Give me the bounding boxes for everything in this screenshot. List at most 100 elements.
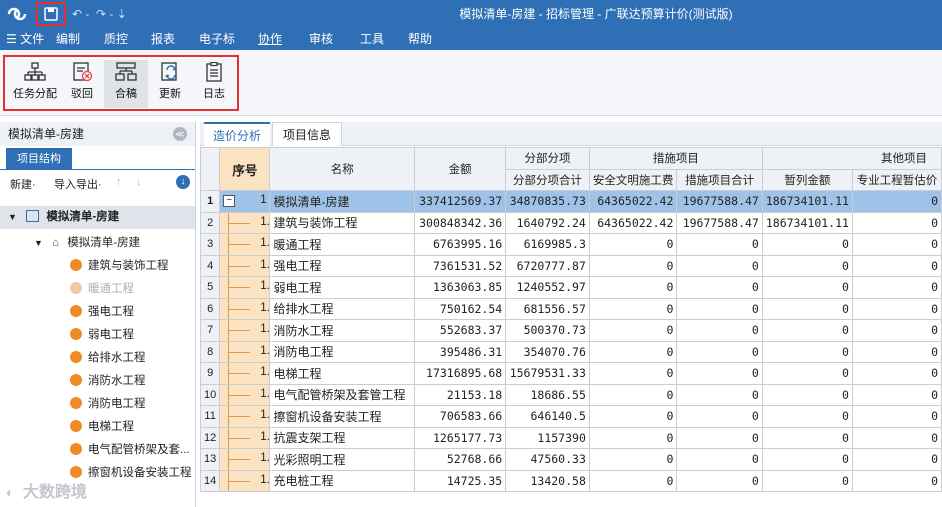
tree-item[interactable]: 强电工程 bbox=[0, 301, 195, 324]
specialist-cell[interactable]: 0 bbox=[851, 190, 942, 213]
table-row[interactable]: 141.13充电桩工程14725.3513420.580000 bbox=[199, 469, 942, 492]
log-button[interactable]: 日志 bbox=[192, 60, 236, 108]
specialist-header[interactable]: 专业工程暂估价 bbox=[851, 168, 942, 191]
seq-cell[interactable]: 1.13 bbox=[219, 469, 271, 492]
provisional-cell[interactable]: 0 bbox=[761, 297, 853, 320]
table-row[interactable]: 81.7消防电工程395486.31354070.760000 bbox=[199, 340, 942, 363]
fbfx-total-cell[interactable]: 6169985.3 bbox=[505, 233, 590, 256]
tree-item[interactable]: 给排水工程 bbox=[0, 347, 195, 370]
task-assign-button[interactable]: 任务分配 bbox=[10, 60, 60, 108]
download-icon[interactable]: ↓ bbox=[176, 175, 190, 189]
tab-project-structure[interactable]: 项目结构 bbox=[6, 148, 72, 170]
safety-cell[interactable]: 64365022.42 bbox=[588, 190, 678, 213]
table-row[interactable]: 71.6消防水工程552683.37500370.730000 bbox=[199, 319, 942, 342]
csxm-total-cell[interactable]: 19677588.47 bbox=[676, 211, 763, 234]
menu-help[interactable]: 帮助 bbox=[408, 28, 432, 50]
provisional-cell[interactable]: 0 bbox=[761, 233, 853, 256]
specialist-cell[interactable]: 0 bbox=[851, 405, 942, 428]
collapse-icon[interactable]: ≪ bbox=[173, 127, 187, 141]
name-cell[interactable]: 光彩照明工程 bbox=[269, 448, 415, 471]
csxm-total-cell[interactable]: 0 bbox=[676, 405, 763, 428]
seq-cell[interactable]: 1.9 bbox=[219, 383, 271, 406]
csxm-total-cell[interactable]: 19677588.47 bbox=[676, 190, 763, 213]
csxm-total-cell[interactable]: 0 bbox=[676, 448, 763, 471]
specialist-cell[interactable]: 0 bbox=[851, 297, 942, 320]
amount-cell[interactable]: 17316895.68 bbox=[413, 362, 507, 385]
seq-cell[interactable]: 1.11 bbox=[219, 426, 271, 449]
seq-cell[interactable]: 1.12 bbox=[219, 448, 271, 471]
name-cell[interactable]: 充电桩工程 bbox=[269, 469, 415, 492]
provisional-cell[interactable]: 0 bbox=[761, 254, 853, 277]
tree-item[interactable]: 建筑与装饰工程 bbox=[0, 255, 195, 278]
csxm-total-cell[interactable]: 0 bbox=[676, 297, 763, 320]
amount-cell[interactable]: 706583.66 bbox=[413, 405, 507, 428]
name-cell[interactable]: 弱电工程 bbox=[269, 276, 415, 299]
amount-header[interactable]: 金额 bbox=[413, 147, 507, 191]
specialist-cell[interactable]: 0 bbox=[851, 276, 942, 299]
fbfx-total-header[interactable]: 分部分项合计 bbox=[505, 168, 590, 191]
provisional-cell[interactable]: 0 bbox=[761, 362, 853, 385]
seq-cell[interactable]: 1.5 bbox=[219, 297, 271, 320]
amount-cell[interactable]: 52768.66 bbox=[413, 448, 507, 471]
fbfx-total-cell[interactable]: 1240552.97 bbox=[505, 276, 590, 299]
csxm-total-cell[interactable]: 0 bbox=[676, 254, 763, 277]
fbfx-total-cell[interactable]: 18686.55 bbox=[505, 383, 590, 406]
name-cell[interactable]: 模拟清单-房建 bbox=[269, 190, 415, 213]
specialist-cell[interactable]: 0 bbox=[851, 254, 942, 277]
specialist-cell[interactable]: 0 bbox=[851, 469, 942, 492]
fbfx-total-cell[interactable]: 646140.5 bbox=[505, 405, 590, 428]
menu-file[interactable]: ☰ 文件 bbox=[6, 28, 44, 50]
tab-project-info[interactable]: 项目信息 bbox=[272, 122, 342, 146]
fbfx-total-cell[interactable]: 47560.33 bbox=[505, 448, 590, 471]
fbfx-total-cell[interactable]: 6720777.87 bbox=[505, 254, 590, 277]
move-up-button[interactable]: ↑ bbox=[116, 176, 122, 188]
csxm-total-cell[interactable]: 0 bbox=[676, 426, 763, 449]
merge-button[interactable]: 合稿 bbox=[104, 60, 148, 108]
name-cell[interactable]: 建筑与装饰工程 bbox=[269, 211, 415, 234]
safety-cell[interactable]: 0 bbox=[588, 469, 678, 492]
seq-cell[interactable]: 1.3 bbox=[219, 254, 271, 277]
provisional-cell[interactable]: 0 bbox=[761, 405, 853, 428]
table-row[interactable]: 121.11抗震支架工程1265177.7311573900000 bbox=[199, 426, 942, 449]
safety-cell[interactable]: 0 bbox=[588, 405, 678, 428]
tab-cost-analysis[interactable]: 造价分析 bbox=[204, 122, 270, 146]
safety-header[interactable]: 安全文明施工费 bbox=[588, 168, 678, 191]
menu-quality[interactable]: 质控 bbox=[104, 28, 128, 50]
specialist-cell[interactable]: 0 bbox=[851, 383, 942, 406]
seq-cell[interactable]: 1.10 bbox=[219, 405, 271, 428]
seq-cell[interactable]: 1.7 bbox=[219, 340, 271, 363]
new-button[interactable]: 新建· bbox=[10, 176, 36, 192]
safety-cell[interactable]: 0 bbox=[588, 233, 678, 256]
name-header[interactable]: 名称 bbox=[269, 147, 415, 191]
name-cell[interactable]: 消防水工程 bbox=[269, 319, 415, 342]
safety-cell[interactable]: 0 bbox=[588, 448, 678, 471]
safety-cell[interactable]: 0 bbox=[588, 276, 678, 299]
provisional-cell[interactable]: 0 bbox=[761, 448, 853, 471]
menu-report[interactable]: 报表 bbox=[151, 28, 175, 50]
provisional-cell[interactable]: 0 bbox=[761, 276, 853, 299]
collapse-box-icon[interactable]: − bbox=[223, 195, 236, 207]
csxm-total-cell[interactable]: 0 bbox=[676, 340, 763, 363]
update-button[interactable]: 更新 bbox=[148, 60, 192, 108]
tree-subproject[interactable]: ▼ ⌂ 模拟清单-房建 bbox=[0, 232, 195, 255]
name-cell[interactable]: 抗震支架工程 bbox=[269, 426, 415, 449]
table-row[interactable]: 51.4弱电工程1363063.851240552.970000 bbox=[199, 276, 942, 299]
seq-cell[interactable]: 1.6 bbox=[219, 319, 271, 342]
tree-item[interactable]: 消防水工程 bbox=[0, 370, 195, 393]
table-row[interactable]: 61.5给排水工程750162.54681556.570000 bbox=[199, 297, 942, 320]
csxm-total-cell[interactable]: 0 bbox=[676, 276, 763, 299]
amount-cell[interactable]: 750162.54 bbox=[413, 297, 507, 320]
safety-cell[interactable]: 0 bbox=[588, 340, 678, 363]
expand-icon[interactable]: ▼ bbox=[8, 212, 17, 222]
menu-review[interactable]: 审核 bbox=[309, 28, 333, 50]
move-down-button[interactable]: ↓ bbox=[136, 176, 142, 188]
fbfx-total-cell[interactable]: 1157390 bbox=[505, 426, 590, 449]
table-row[interactable]: 2 1.1建筑与装饰工程300848342.361640792.246436502… bbox=[199, 211, 942, 234]
specialist-cell[interactable]: 0 bbox=[851, 340, 942, 363]
table-row[interactable]: 91.8电梯工程17316895.6815679531.330000 bbox=[199, 362, 942, 385]
table-row[interactable]: 101.9电气配管桥架及套管工程21153.1818686.550000 bbox=[199, 383, 942, 406]
amount-cell[interactable]: 300848342.36 bbox=[413, 211, 507, 234]
fbfx-total-cell[interactable]: 15679531.33 bbox=[505, 362, 590, 385]
amount-cell[interactable]: 6763995.16 bbox=[413, 233, 507, 256]
amount-cell[interactable]: 14725.35 bbox=[413, 469, 507, 492]
